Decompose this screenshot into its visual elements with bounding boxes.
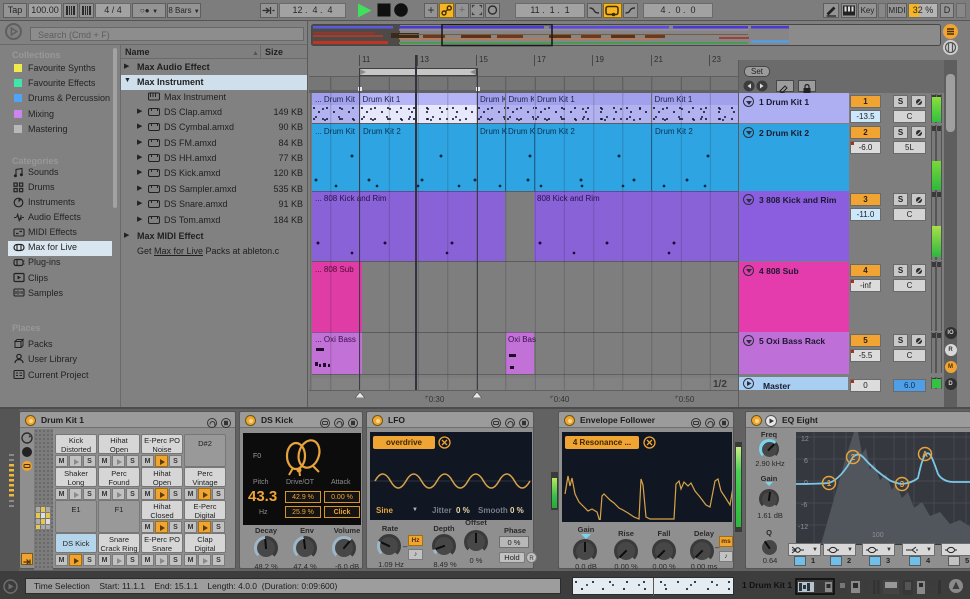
svg-text:100: 100 [872,532,884,539]
svg-text:3: 3 [900,480,905,489]
svg-text:2: 2 [851,453,856,462]
svg-text:1: 1 [827,479,832,488]
svg-text:-6: -6 [801,502,807,509]
svg-text:A: A [922,450,928,459]
svg-text:-12: -12 [798,524,808,531]
svg-text:6: 6 [804,458,808,465]
svg-text:R: R [529,556,534,562]
svg-text:12: 12 [801,436,809,443]
